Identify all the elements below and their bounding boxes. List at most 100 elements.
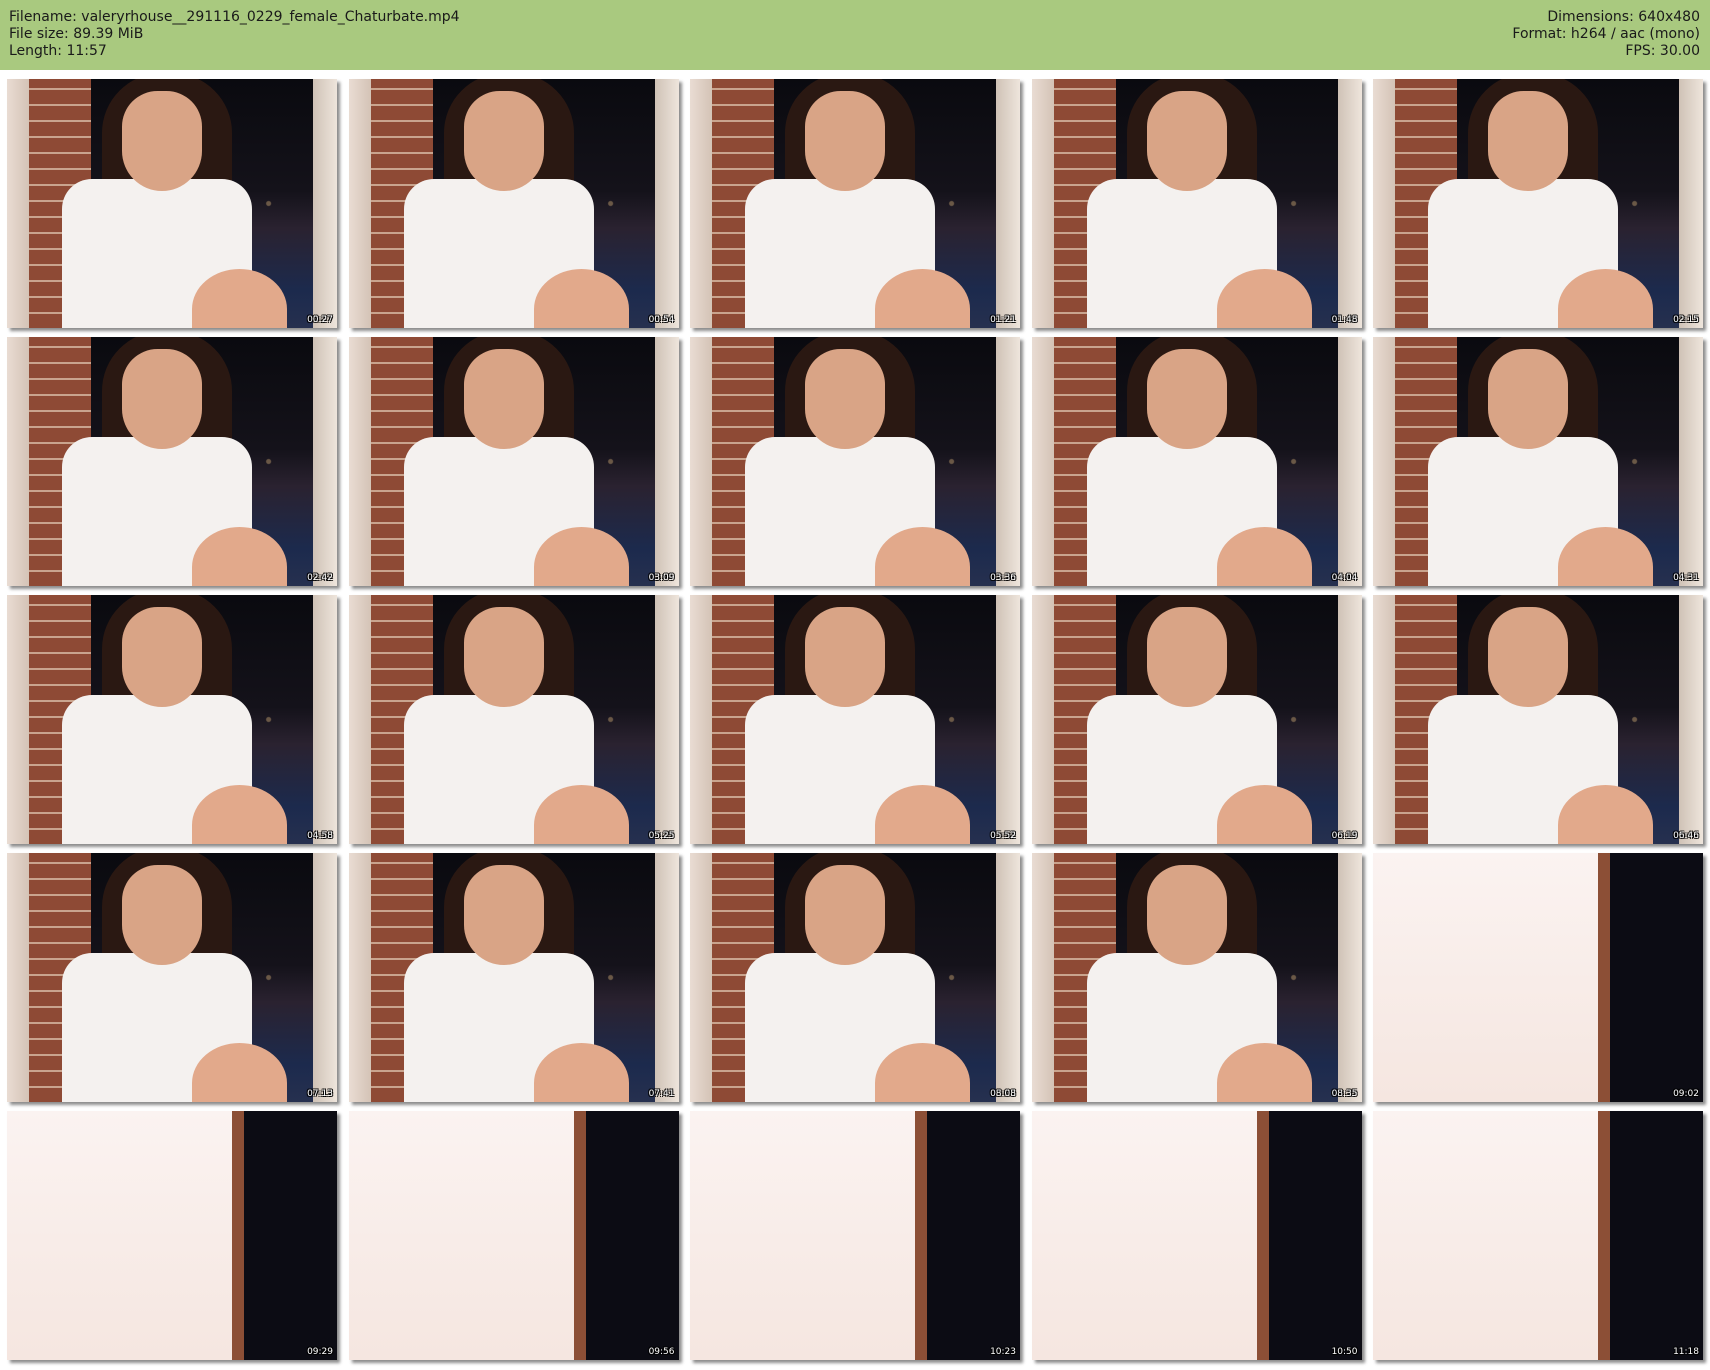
scene-person-face xyxy=(1146,607,1227,707)
video-thumbnail: 06:46 xyxy=(1373,595,1703,844)
video-thumbnail: 07:41 xyxy=(348,853,679,1102)
scene-bright-door xyxy=(1598,1111,1703,1360)
dimensions-text: Dimensions: 640x480 xyxy=(1547,9,1700,25)
thumbnail-image xyxy=(1373,79,1703,328)
thumbnail-image xyxy=(7,853,337,1102)
thumbnail-timestamp: 08:08 xyxy=(990,1089,1016,1099)
scene-person-face xyxy=(805,349,885,449)
video-thumbnail: 05:25 xyxy=(348,595,679,844)
thumbnail-timestamp: 10:23 xyxy=(990,1347,1016,1357)
scene-bright-door xyxy=(915,1111,1020,1360)
scene-wall-left xyxy=(1031,79,1054,328)
thumbnail-timestamp: 06:46 xyxy=(1673,831,1699,841)
scene-person-face xyxy=(122,607,202,707)
thumbnail-image xyxy=(348,79,679,328)
video-thumbnail: 03:09 xyxy=(348,337,679,586)
thumbnail-timestamp: 04:04 xyxy=(1331,573,1358,583)
scene-frame-right xyxy=(996,337,1020,586)
thumbnail-image xyxy=(690,79,1020,328)
thumbnail-image xyxy=(1373,1111,1703,1360)
scene-wall-left xyxy=(1373,337,1395,586)
thumbnail-timestamp: 02:42 xyxy=(307,573,333,583)
scene-person-face xyxy=(122,91,202,191)
scene-frame-right xyxy=(996,853,1020,1102)
thumbnail-timestamp: 00:27 xyxy=(307,315,333,325)
thumbnail-timestamp: 09:02 xyxy=(1673,1089,1699,1099)
thumbnail-image xyxy=(7,337,337,586)
scene-wall-left xyxy=(7,853,29,1102)
thumbnail-timestamp: 11:18 xyxy=(1673,1347,1699,1357)
scene-wall-left xyxy=(348,595,371,844)
thumbnail-timestamp: 09:29 xyxy=(307,1347,333,1357)
scene-wall-left xyxy=(348,853,371,1102)
scene-bright-door xyxy=(573,1111,679,1360)
scene-wall-left xyxy=(7,79,29,328)
thumbnail-timestamp: 01:48 xyxy=(1331,315,1358,325)
scene-frame-right xyxy=(313,79,337,328)
scene-frame-right xyxy=(1679,79,1703,328)
scene-wall-left xyxy=(690,853,712,1102)
thumbnail-timestamp: 07:13 xyxy=(307,1089,333,1099)
scene-person-face xyxy=(1146,91,1227,191)
thumbnail-image xyxy=(348,853,679,1102)
scene-frame-right xyxy=(996,79,1020,328)
video-thumbnail: 01:21 xyxy=(690,79,1020,328)
scene-person-face xyxy=(1488,349,1568,449)
scene-person-face xyxy=(122,865,202,965)
scene-frame-right xyxy=(1337,79,1362,328)
video-thumbnail: 08:35 xyxy=(1031,853,1362,1102)
scene-person-face xyxy=(463,607,544,707)
video-thumbnail: 08:08 xyxy=(690,853,1020,1102)
video-thumbnail: 00:27 xyxy=(7,79,337,328)
thumbnail-image xyxy=(1373,853,1703,1102)
thumbnail-image xyxy=(690,595,1020,844)
scene-wall-left xyxy=(1031,337,1054,586)
scene-person-face xyxy=(1488,607,1568,707)
video-thumbnail: 02:42 xyxy=(7,337,337,586)
scene-person-face xyxy=(463,865,544,965)
video-thumbnail: 09:56 xyxy=(348,1111,679,1360)
scene-wall-left xyxy=(690,79,712,328)
thumbnail-image xyxy=(1031,853,1362,1102)
scene-person-face xyxy=(805,91,885,191)
format-text: Format: h264 / aac (mono) xyxy=(1512,26,1700,42)
video-thumbnail: 02:15 xyxy=(1373,79,1703,328)
scene-person-face xyxy=(463,91,544,191)
thumbnail-image xyxy=(7,595,337,844)
scene-wall-left xyxy=(7,337,29,586)
scene-wall-left xyxy=(1031,595,1054,844)
video-thumbnail: 09:29 xyxy=(7,1111,337,1360)
thumbnail-image xyxy=(7,79,337,328)
scene-bright-door xyxy=(1598,853,1703,1102)
scene-frame-right xyxy=(654,337,679,586)
video-thumbnail: 04:04 xyxy=(1031,337,1362,586)
thumbnail-image xyxy=(690,853,1020,1102)
thumbnail-image xyxy=(1031,337,1362,586)
scene-person-face xyxy=(805,865,885,965)
scene-wall-left xyxy=(690,595,712,844)
scene-frame-right xyxy=(1337,595,1362,844)
scene-wall-left xyxy=(690,337,712,586)
scene-frame-right xyxy=(654,79,679,328)
thumbnail-image xyxy=(1031,595,1362,844)
video-thumbnail: 04:31 xyxy=(1373,337,1703,586)
stream-info: Dimensions: 640x480 Format: h264 / aac (… xyxy=(1512,9,1700,60)
thumbnail-timestamp: 05:25 xyxy=(648,831,675,841)
scene-frame-right xyxy=(1337,337,1362,586)
scene-bright-door xyxy=(1256,1111,1362,1360)
scene-frame-right xyxy=(313,853,337,1102)
scene-wall-left xyxy=(348,79,371,328)
scene-bright-door xyxy=(232,1111,337,1360)
scene-person-face xyxy=(1146,865,1227,965)
video-thumbnail: 05:52 xyxy=(690,595,1020,844)
video-thumbnail: 09:02 xyxy=(1373,853,1703,1102)
thumbnail-timestamp: 04:31 xyxy=(1673,573,1699,583)
video-thumbnail: 03:36 xyxy=(690,337,1020,586)
scene-wall-left xyxy=(348,337,371,586)
thumbnail-timestamp: 07:41 xyxy=(648,1089,675,1099)
scene-person-face xyxy=(122,349,202,449)
thumbnail-timestamp: 02:15 xyxy=(1673,315,1699,325)
thumbnail-image xyxy=(1373,595,1703,844)
thumbnail-image xyxy=(1373,337,1703,586)
thumbnail-timestamp: 06:19 xyxy=(1331,831,1358,841)
